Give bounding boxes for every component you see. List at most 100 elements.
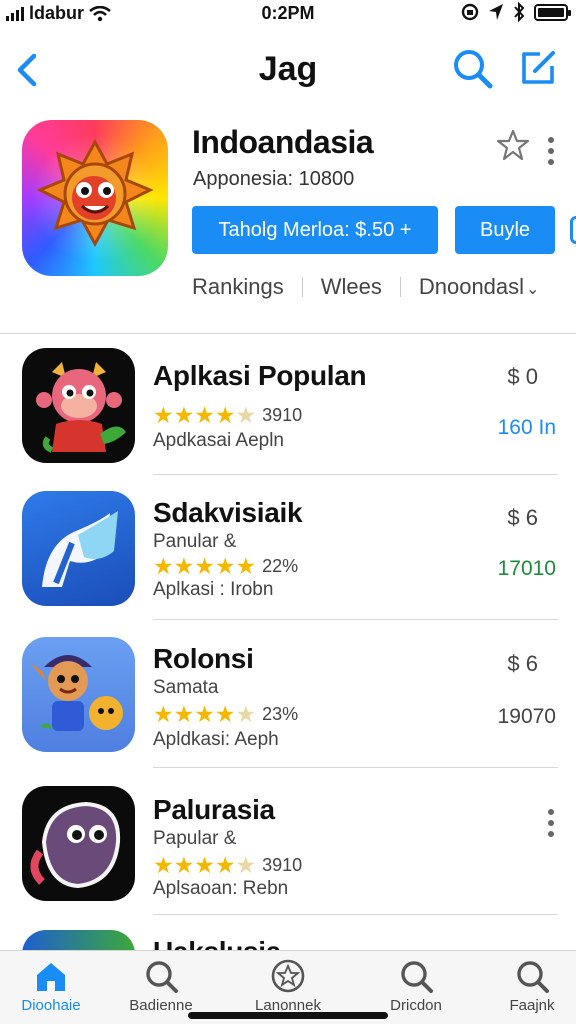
list-item[interactable]: Rolonsi Samata ★ ★ ★ ★ ★ 23% Apldkasi: Aeph … [0,637,576,783]
tab-separator [399,277,401,297]
row-divider [153,619,558,620]
star-icon: ★ [153,701,174,727]
star-icon: ★ [173,852,195,878]
more-options-icon[interactable] [546,136,556,166]
app-value: 160 In [497,416,556,439]
tab-label: Faajnk [509,997,555,1014]
cartoon-characters-app-icon [22,637,135,752]
sun-mascot-app-icon[interactable] [22,120,168,276]
app-price[interactable]: $ 6 [507,651,538,677]
creature-app-icon [22,786,135,901]
star-icon: ★ [153,852,174,878]
rating-count: 22% [262,556,299,576]
rating-count: 3910 [262,405,303,425]
tab-badienne[interactable]: Badienne [113,959,209,1014]
app-title: Rolonsi [153,643,254,674]
app-title: Sdakvisiaik [153,497,303,528]
chevron-down-icon: ⌄ [526,281,540,298]
favorite-star-icon[interactable] [496,128,530,162]
list-item-partial[interactable]: Uakslusia [0,930,576,950]
app-title: Aplkasi Populan [153,360,367,391]
half-star-icon: ★ [235,852,257,878]
featured-app: Indoandasia Apponesia: 10800 Taholg Merl… [0,116,576,332]
tab-faajnk[interactable]: Faajnk [484,959,576,1014]
rating-count: 3910 [262,855,303,875]
list-item[interactable]: Aplkasi Populan ★ ★ ★ ★ ★ 3910 Apdkasai Aepl… [0,348,576,494]
star-icon [271,959,305,993]
row-divider [153,767,558,768]
app-category: Apldkasi: Aeph [153,729,279,750]
featured-app-subtitle: Apponesia: 10800 [193,168,355,190]
app-subtitle: Panular & [153,531,237,552]
search-icon[interactable] [452,48,494,90]
app-price[interactable]: $ 6 [507,505,538,531]
search-icon [146,961,178,993]
section-divider [0,333,576,334]
app-title: Palurasia [153,794,275,825]
star-icon: ★ [173,701,195,727]
bluetooth-icon [514,2,525,22]
star-icon: ★ [194,701,215,727]
search-icon [517,961,549,993]
star-icon: ★ [173,553,195,579]
app-category: Apdkasai Aepln [153,430,284,451]
get-app-button[interactable]: Taholg Merloa: $.50 + [192,206,438,254]
app-value: 19070 [497,705,556,728]
star-icon: ★ [173,402,195,428]
star-icon: ★ [214,553,236,579]
row-divider [153,914,558,915]
home-icon [37,963,65,991]
tab-dnoondasl[interactable]: Dnoondasl ⌄ [419,274,540,300]
app-title: Uakslusia [153,936,281,950]
navigation-bar: Jag [0,40,576,100]
star-icon: ★ [194,852,215,878]
location-icon [489,4,503,20]
star-icon: ★ [235,553,257,579]
star-icon: ★ [194,553,215,579]
list-item[interactable]: Palurasia Papular & ★ ★ ★ ★ ★ 3910 Aplsaoan:… [0,786,576,932]
rating-stars: ★ ★ ★ ★ ★ 22% [153,555,298,578]
featured-app-name: Indoandasia [192,124,374,160]
tab-dnoondasl-label: Dnoondasl [418,274,525,299]
app-category: Aplsaoan: Rebn [153,878,289,899]
partial-app-icon [22,930,135,950]
tab-rankings[interactable]: Rankings [192,274,284,300]
half-star-icon: ★ [235,402,257,428]
home-indicator [188,1012,388,1019]
status-bar: ldabur 0:2PM [0,0,576,28]
segment-tabs: Rankings Wlees Dnoondasl ⌄ [192,274,539,300]
list-item[interactable]: Sdakvisiaik Panular & ★ ★ ★ ★ ★ 22% Aplkasi … [0,491,576,637]
partial-button-edge [570,216,576,244]
rating-stars: ★ ★ ★ ★ ★ 3910 [153,404,302,427]
star-icon: ★ [214,701,236,727]
tab-label: Dioohaie [21,997,81,1014]
app-subtitle: Papular & [153,828,237,849]
app-value: 17010 [497,557,556,580]
tab-dricdon[interactable]: Dricdon [368,959,464,1014]
star-icon: ★ [214,852,236,878]
rating-stars: ★ ★ ★ ★ ★ 23% [153,703,298,726]
monkey-app-icon [22,348,135,463]
star-icon: ★ [153,553,174,579]
rating-stars: ★ ★ ★ ★ ★ 3910 [153,854,302,877]
battery-icon [534,3,571,21]
tab-home[interactable]: Dioohaie [3,959,99,1014]
row-divider [153,474,558,475]
star-icon: ★ [153,402,174,428]
tab-separator [301,277,303,297]
app-subtitle: Samata [153,677,219,698]
rating-count: 23% [262,704,299,724]
half-star-icon: ★ [235,701,257,727]
stylized-p-app-icon [22,491,135,606]
app-category: Aplkasi : Irobn [153,579,274,600]
tab-lanonnek[interactable]: Lanonnek [240,959,336,1014]
more-options-icon[interactable] [546,808,556,838]
app-price[interactable]: $ 0 [507,364,538,390]
star-icon: ★ [194,402,215,428]
compose-icon[interactable] [518,48,558,88]
tab-wlees[interactable]: Wlees [321,274,382,300]
buy-button[interactable]: Buyle [455,206,555,254]
orientation-lock-icon [461,3,479,21]
star-icon: ★ [214,402,236,428]
search-icon [401,961,433,993]
